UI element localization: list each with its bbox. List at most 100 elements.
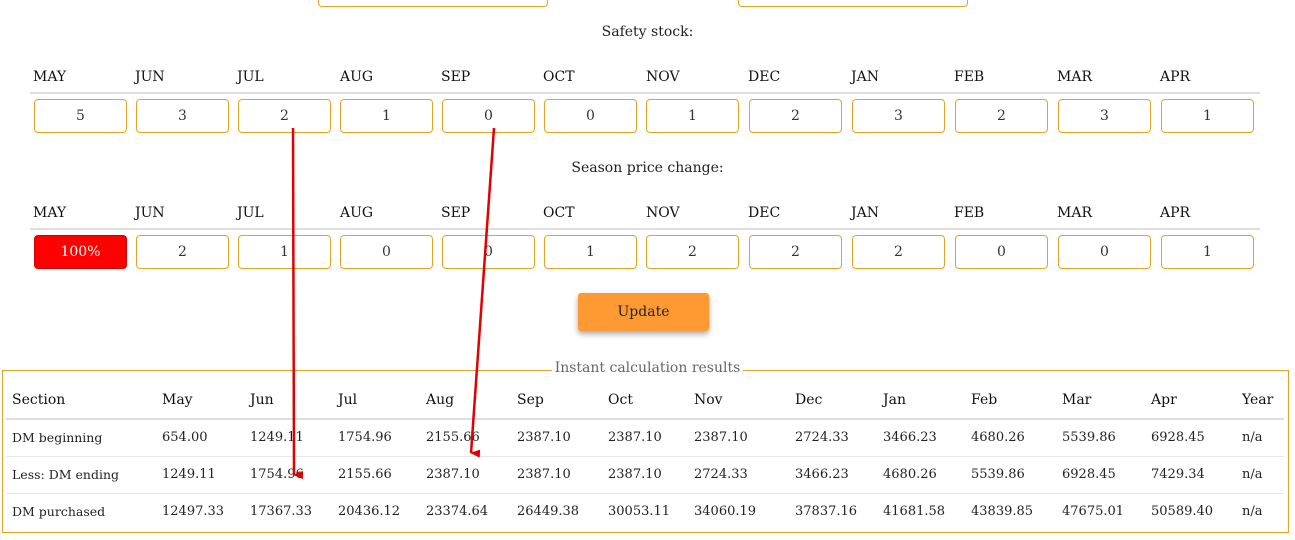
safety-input-jun[interactable]: 3 xyxy=(136,99,229,133)
season-input-may[interactable]: 100% xyxy=(34,235,127,269)
row-label: DM purchased xyxy=(12,504,106,520)
month-label: AUG xyxy=(340,69,374,85)
table-cell: n/a xyxy=(1236,419,1284,457)
table-cell: 12497.33 xyxy=(162,504,225,520)
month-label: NOV xyxy=(646,69,680,85)
table-cell: 30053.11 xyxy=(608,504,671,520)
safety-input-may[interactable]: 5 xyxy=(34,99,127,133)
season-input-jan[interactable]: 2 xyxy=(852,235,945,269)
column-header: Jul xyxy=(332,382,420,420)
table-cell: 2724.33 xyxy=(789,419,877,457)
season-input-jun[interactable]: 2 xyxy=(136,235,229,269)
table-cell: 5539.86 xyxy=(965,456,1056,494)
column-header: Sep xyxy=(511,382,602,420)
month-label: FEB xyxy=(954,205,985,221)
column-header: Jan xyxy=(877,382,965,420)
table-cell: 6928.45 xyxy=(1145,419,1236,457)
season-input-aug[interactable]: 0 xyxy=(340,235,433,269)
table-cell: 20436.12 xyxy=(338,504,401,520)
season-input-dec[interactable]: 2 xyxy=(749,235,842,269)
table-header-row: Section May Jun Jul Aug Sep Oct Nov Dec … xyxy=(6,382,1284,420)
month-label: MAR xyxy=(1057,69,1092,85)
season-month-header: MAY JUN JUL AUG SEP OCT NOV DEC JAN FEB … xyxy=(30,205,1260,227)
season-input-feb[interactable]: 0 xyxy=(955,235,1048,269)
safety-input-jul[interactable]: 2 xyxy=(238,99,331,133)
month-label: APR xyxy=(1160,205,1191,221)
table-cell: n/a xyxy=(1242,504,1263,520)
table-cell: 50589.40 xyxy=(1151,504,1214,520)
column-header: Year xyxy=(1236,382,1284,420)
row-label: DM beginning xyxy=(6,419,156,457)
safety-input-sep[interactable]: 0 xyxy=(442,99,535,133)
safety-input-feb[interactable]: 2 xyxy=(955,99,1048,133)
column-header: Aug xyxy=(420,382,511,420)
row-label: Less: DM ending xyxy=(6,456,156,494)
table-cell: 41681.58 xyxy=(883,504,946,520)
table-cell: 4680.26 xyxy=(965,419,1056,457)
season-input-apr[interactable]: 1 xyxy=(1161,235,1254,269)
month-label: JUL xyxy=(237,69,264,85)
top-input-left[interactable] xyxy=(318,0,548,7)
results-table: Section May Jun Jul Aug Sep Oct Nov Dec … xyxy=(6,382,1284,530)
table-cell: 4680.26 xyxy=(877,456,965,494)
safety-input-mar[interactable]: 3 xyxy=(1058,99,1151,133)
month-label: DEC xyxy=(748,205,781,221)
month-label: OCT xyxy=(543,69,575,85)
safety-input-oct[interactable]: 0 xyxy=(544,99,637,133)
month-label: APR xyxy=(1160,69,1191,85)
column-header: May xyxy=(156,382,244,420)
column-header: Jun xyxy=(244,382,332,420)
update-button[interactable]: Update xyxy=(578,293,709,331)
table-cell: 2724.33 xyxy=(688,456,789,494)
safety-input-jan[interactable]: 3 xyxy=(852,99,945,133)
column-header: Section xyxy=(6,382,156,420)
table-cell: 3466.23 xyxy=(789,456,877,494)
month-label: JAN xyxy=(851,69,879,85)
month-label: MAY xyxy=(33,205,67,221)
safety-input-nov[interactable]: 1 xyxy=(646,99,739,133)
table-cell: 3466.23 xyxy=(877,419,965,457)
results-legend: Instant calculation results xyxy=(0,360,1295,376)
season-input-sep[interactable]: 0 xyxy=(442,235,535,269)
season-input-oct[interactable]: 1 xyxy=(544,235,637,269)
safety-input-aug[interactable]: 1 xyxy=(340,99,433,133)
month-label: DEC xyxy=(748,69,781,85)
table-cell: 1249.11 xyxy=(156,456,244,494)
month-label: SEP xyxy=(441,205,471,221)
month-label: AUG xyxy=(340,205,374,221)
divider xyxy=(30,228,1260,230)
table-cell: 654.00 xyxy=(156,419,244,457)
season-input-jul[interactable]: 1 xyxy=(238,235,331,269)
month-label: MAR xyxy=(1057,205,1092,221)
table-cell: 2155.66 xyxy=(420,419,511,457)
results-legend-text: Instant calculation results xyxy=(551,360,744,376)
table-cell: 43839.85 xyxy=(971,504,1034,520)
top-input-right[interactable] xyxy=(738,0,968,7)
column-header: Nov xyxy=(688,382,789,420)
table-row: DM purchased 12497.33 17367.33 20436.12 … xyxy=(6,493,1284,530)
table-row: DM beginning 654.00 1249.11 1754.96 2155… xyxy=(6,419,1284,457)
table-cell: 34060.19 xyxy=(694,504,757,520)
season-price-title: Season price change: xyxy=(571,160,724,176)
safety-input-apr[interactable]: 1 xyxy=(1161,99,1254,133)
season-input-mar[interactable]: 0 xyxy=(1058,235,1151,269)
table-cell: n/a xyxy=(1236,456,1284,494)
season-input-nov[interactable]: 2 xyxy=(646,235,739,269)
divider xyxy=(30,92,1260,94)
month-label: JUN xyxy=(135,205,165,221)
safety-stock-title: Safety stock: xyxy=(601,24,694,40)
table-cell: 2387.10 xyxy=(420,456,511,494)
table-cell: 37837.16 xyxy=(795,504,858,520)
table-cell: 26449.38 xyxy=(517,504,580,520)
table-cell: 1249.11 xyxy=(244,419,332,457)
table-cell: 1754.96 xyxy=(332,419,420,457)
month-label: NOV xyxy=(646,205,680,221)
table-cell: 2387.10 xyxy=(511,456,602,494)
table-row: Less: DM ending 1249.11 1754.96 2155.66 … xyxy=(6,456,1284,494)
table-cell: 47675.01 xyxy=(1062,504,1125,520)
month-label: MAY xyxy=(33,69,67,85)
safety-month-header: MAY JUN JUL AUG SEP OCT NOV DEC JAN FEB … xyxy=(30,69,1260,91)
table-cell: 2387.10 xyxy=(602,419,688,457)
safety-input-dec[interactable]: 2 xyxy=(749,99,842,133)
column-header: Mar xyxy=(1056,382,1145,420)
